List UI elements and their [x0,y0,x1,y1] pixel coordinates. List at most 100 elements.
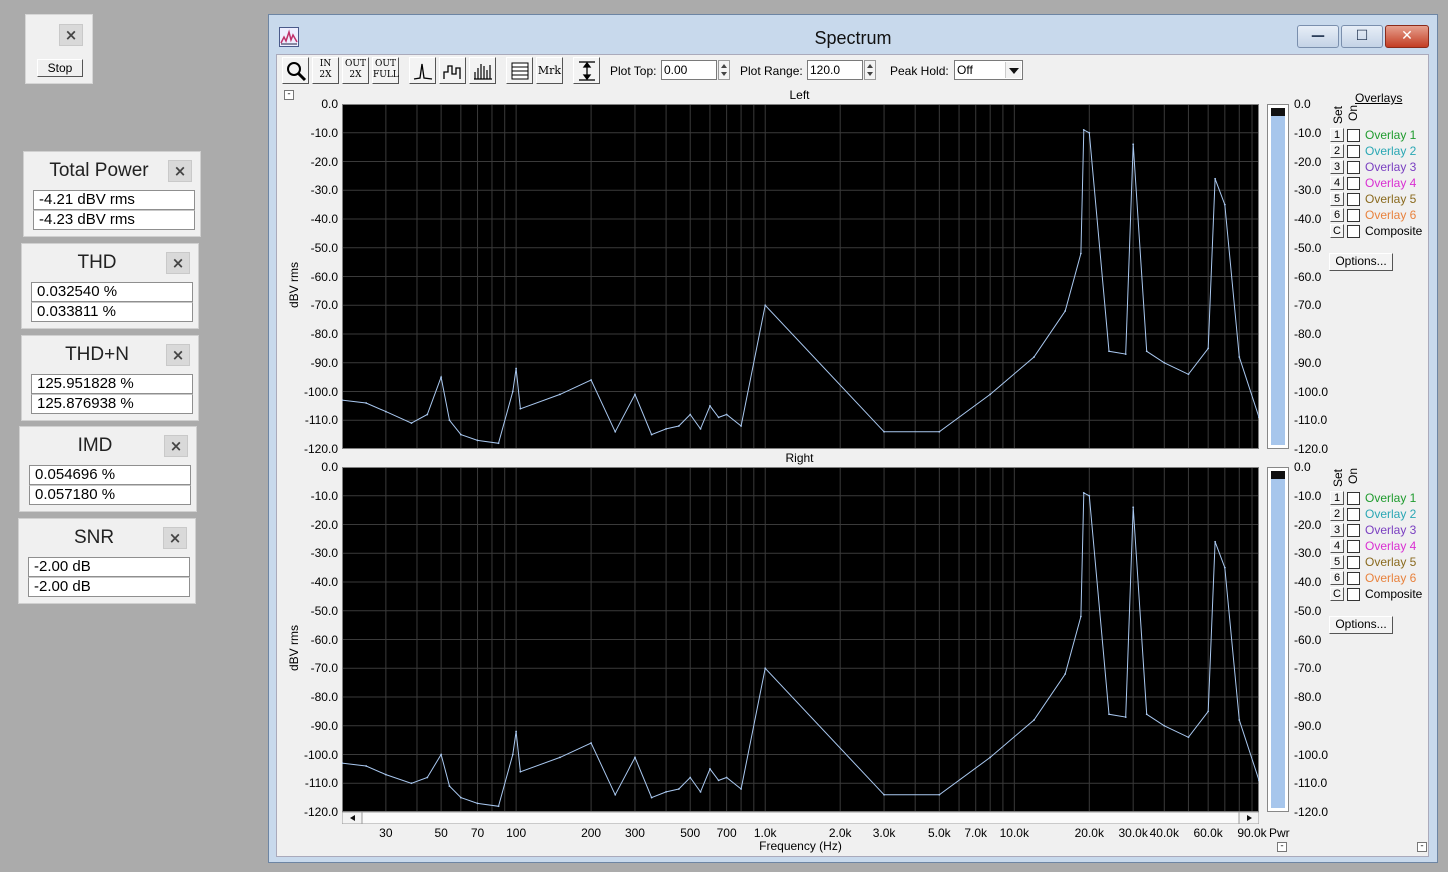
spectrum-point [440,753,443,756]
overlay-on-checkbox[interactable] [1347,508,1360,521]
meter-title: SNR [73,527,115,548]
autoscale-icon[interactable] [573,57,600,84]
plot-range-input[interactable]: 120.0 [807,60,863,80]
plot-top-spinner[interactable] [718,60,730,80]
maximize-icon[interactable]: ☐ [1341,25,1383,48]
collapse-icon[interactable]: - [1417,842,1427,852]
overlay-set-button[interactable]: 1 [1330,491,1344,505]
overlay-on-checkbox[interactable] [1347,524,1360,537]
overlay-name: Composite [1365,224,1423,238]
overlay-name: Overlay 1 [1365,128,1417,142]
spectrum-point [519,770,522,773]
overlay-set-button[interactable]: 3 [1330,523,1344,537]
overlay-on-checkbox[interactable] [1347,129,1360,142]
horizontal-scrollbar[interactable] [342,812,1259,824]
spectrum-point [1238,356,1241,358]
close-icon[interactable]: × [166,252,190,274]
overlay-set-button[interactable]: 4 [1330,539,1344,553]
spectrum-point [1033,356,1035,358]
overlay-on-checkbox[interactable] [1347,209,1360,222]
meter-title: THD [77,252,117,273]
overlay-set-button[interactable]: 5 [1330,192,1344,206]
zoom-in-2x-icon[interactable]: IN 2X [312,57,339,84]
close-icon[interactable]: × [164,435,188,457]
overlay-set-button[interactable]: C [1330,587,1344,601]
zoom-icon[interactable] [282,57,309,84]
spectrum-point [590,742,593,744]
spectrum-point [1145,350,1148,353]
close-icon[interactable]: ✕ [1385,25,1429,48]
spectrum-point [559,393,561,396]
stop-button[interactable]: Stop [37,59,83,77]
collapse-icon[interactable]: - [1277,842,1287,852]
spectrum-point [459,433,462,436]
y-tick-label: -90.0 [310,718,338,733]
spectrum-plot-left[interactable] [342,104,1259,449]
x-tick-label: 60.0k [1193,826,1223,840]
overlay-on-checkbox[interactable] [1347,177,1360,190]
spectrum-point [1124,716,1127,719]
window-titlebar[interactable]: Spectrum — ☐ ✕ [269,15,1437,53]
overlay-on-checkbox[interactable] [1347,161,1360,174]
overlay-on-checkbox[interactable] [1347,193,1360,206]
marker-button[interactable]: Mrk [536,57,563,84]
overlay-set-button[interactable]: 6 [1330,208,1344,222]
overlay-on-checkbox[interactable] [1347,225,1360,238]
zoom-in-factor: 2X [319,70,332,80]
spectrum-point [883,430,885,433]
spectrum-plot-right[interactable] [342,467,1259,812]
plot-range-label: Plot Range: [740,64,803,78]
overlay-on-checkbox[interactable] [1347,588,1360,601]
plot-range-spinner[interactable] [864,60,876,80]
chevron-down-icon[interactable] [1005,62,1021,78]
spectrum-point [665,790,667,793]
meter-value-left: -4.21 dBV rms [33,190,195,210]
zoom-out-full-icon[interactable]: OUT FULL [372,57,399,84]
overlay-name: Overlay 4 [1365,176,1417,190]
close-icon[interactable]: × [163,527,187,549]
meter-tick-label: -60.0 [1294,269,1322,284]
spectrum-point [717,416,720,419]
bar-plot-icon[interactable] [469,57,496,84]
overlay-set-button[interactable]: 3 [1330,160,1344,174]
overlays-heading-left: Overlays [1355,91,1403,105]
spectrum-point [440,376,443,379]
table-icon[interactable] [506,57,533,84]
y-tick-label: -110.0 [304,776,338,791]
overlay-on-checkbox[interactable] [1347,145,1360,158]
overlay-on-checkbox[interactable] [1347,540,1360,553]
minimize-icon[interactable]: — [1297,25,1339,48]
spectrum-point [1223,203,1226,206]
peak-hold-select[interactable]: Off [954,60,1023,80]
x-tick-label: 3.0k [872,826,896,840]
zoom-out-2x-icon[interactable]: OUT 2X [342,57,369,84]
overlay-set-button[interactable]: 1 [1330,128,1344,142]
x-tick-label: 30 [379,826,393,840]
overlay-set-button[interactable]: C [1330,224,1344,238]
options-button-left[interactable]: Options... [1329,253,1393,271]
x-tick-label: 200 [581,826,602,840]
overlay-on-checkbox[interactable] [1347,572,1360,585]
close-icon[interactable]: × [168,160,192,182]
spectrum-point [677,788,680,790]
meter-tick-label: 0.0 [1294,97,1311,111]
overlay-set-button[interactable]: 5 [1330,555,1344,569]
line-plot-icon[interactable] [409,57,436,84]
close-stop-panel-icon[interactable]: × [59,24,83,46]
close-icon[interactable]: × [166,344,190,366]
overlay-set-button[interactable]: 6 [1330,571,1344,585]
spectrum-point [476,802,479,805]
plot-top-input[interactable]: 0.00 [661,60,717,80]
overlay-row: 3 Overlay 3 [1330,159,1440,175]
meter-tick-label: -40.0 [1294,575,1322,589]
overlay-on-checkbox[interactable] [1347,556,1360,569]
overlay-set-button[interactable]: 2 [1330,144,1344,158]
spectrum-point [1082,128,1085,131]
overlay-set-button[interactable]: 4 [1330,176,1344,190]
step-plot-icon[interactable] [439,57,466,84]
spectrum-point [1064,673,1067,675]
spectrum-point [365,765,368,767]
overlay-on-checkbox[interactable] [1347,492,1360,505]
overlay-set-button[interactable]: 2 [1330,507,1344,521]
options-button-right[interactable]: Options... [1329,616,1393,634]
